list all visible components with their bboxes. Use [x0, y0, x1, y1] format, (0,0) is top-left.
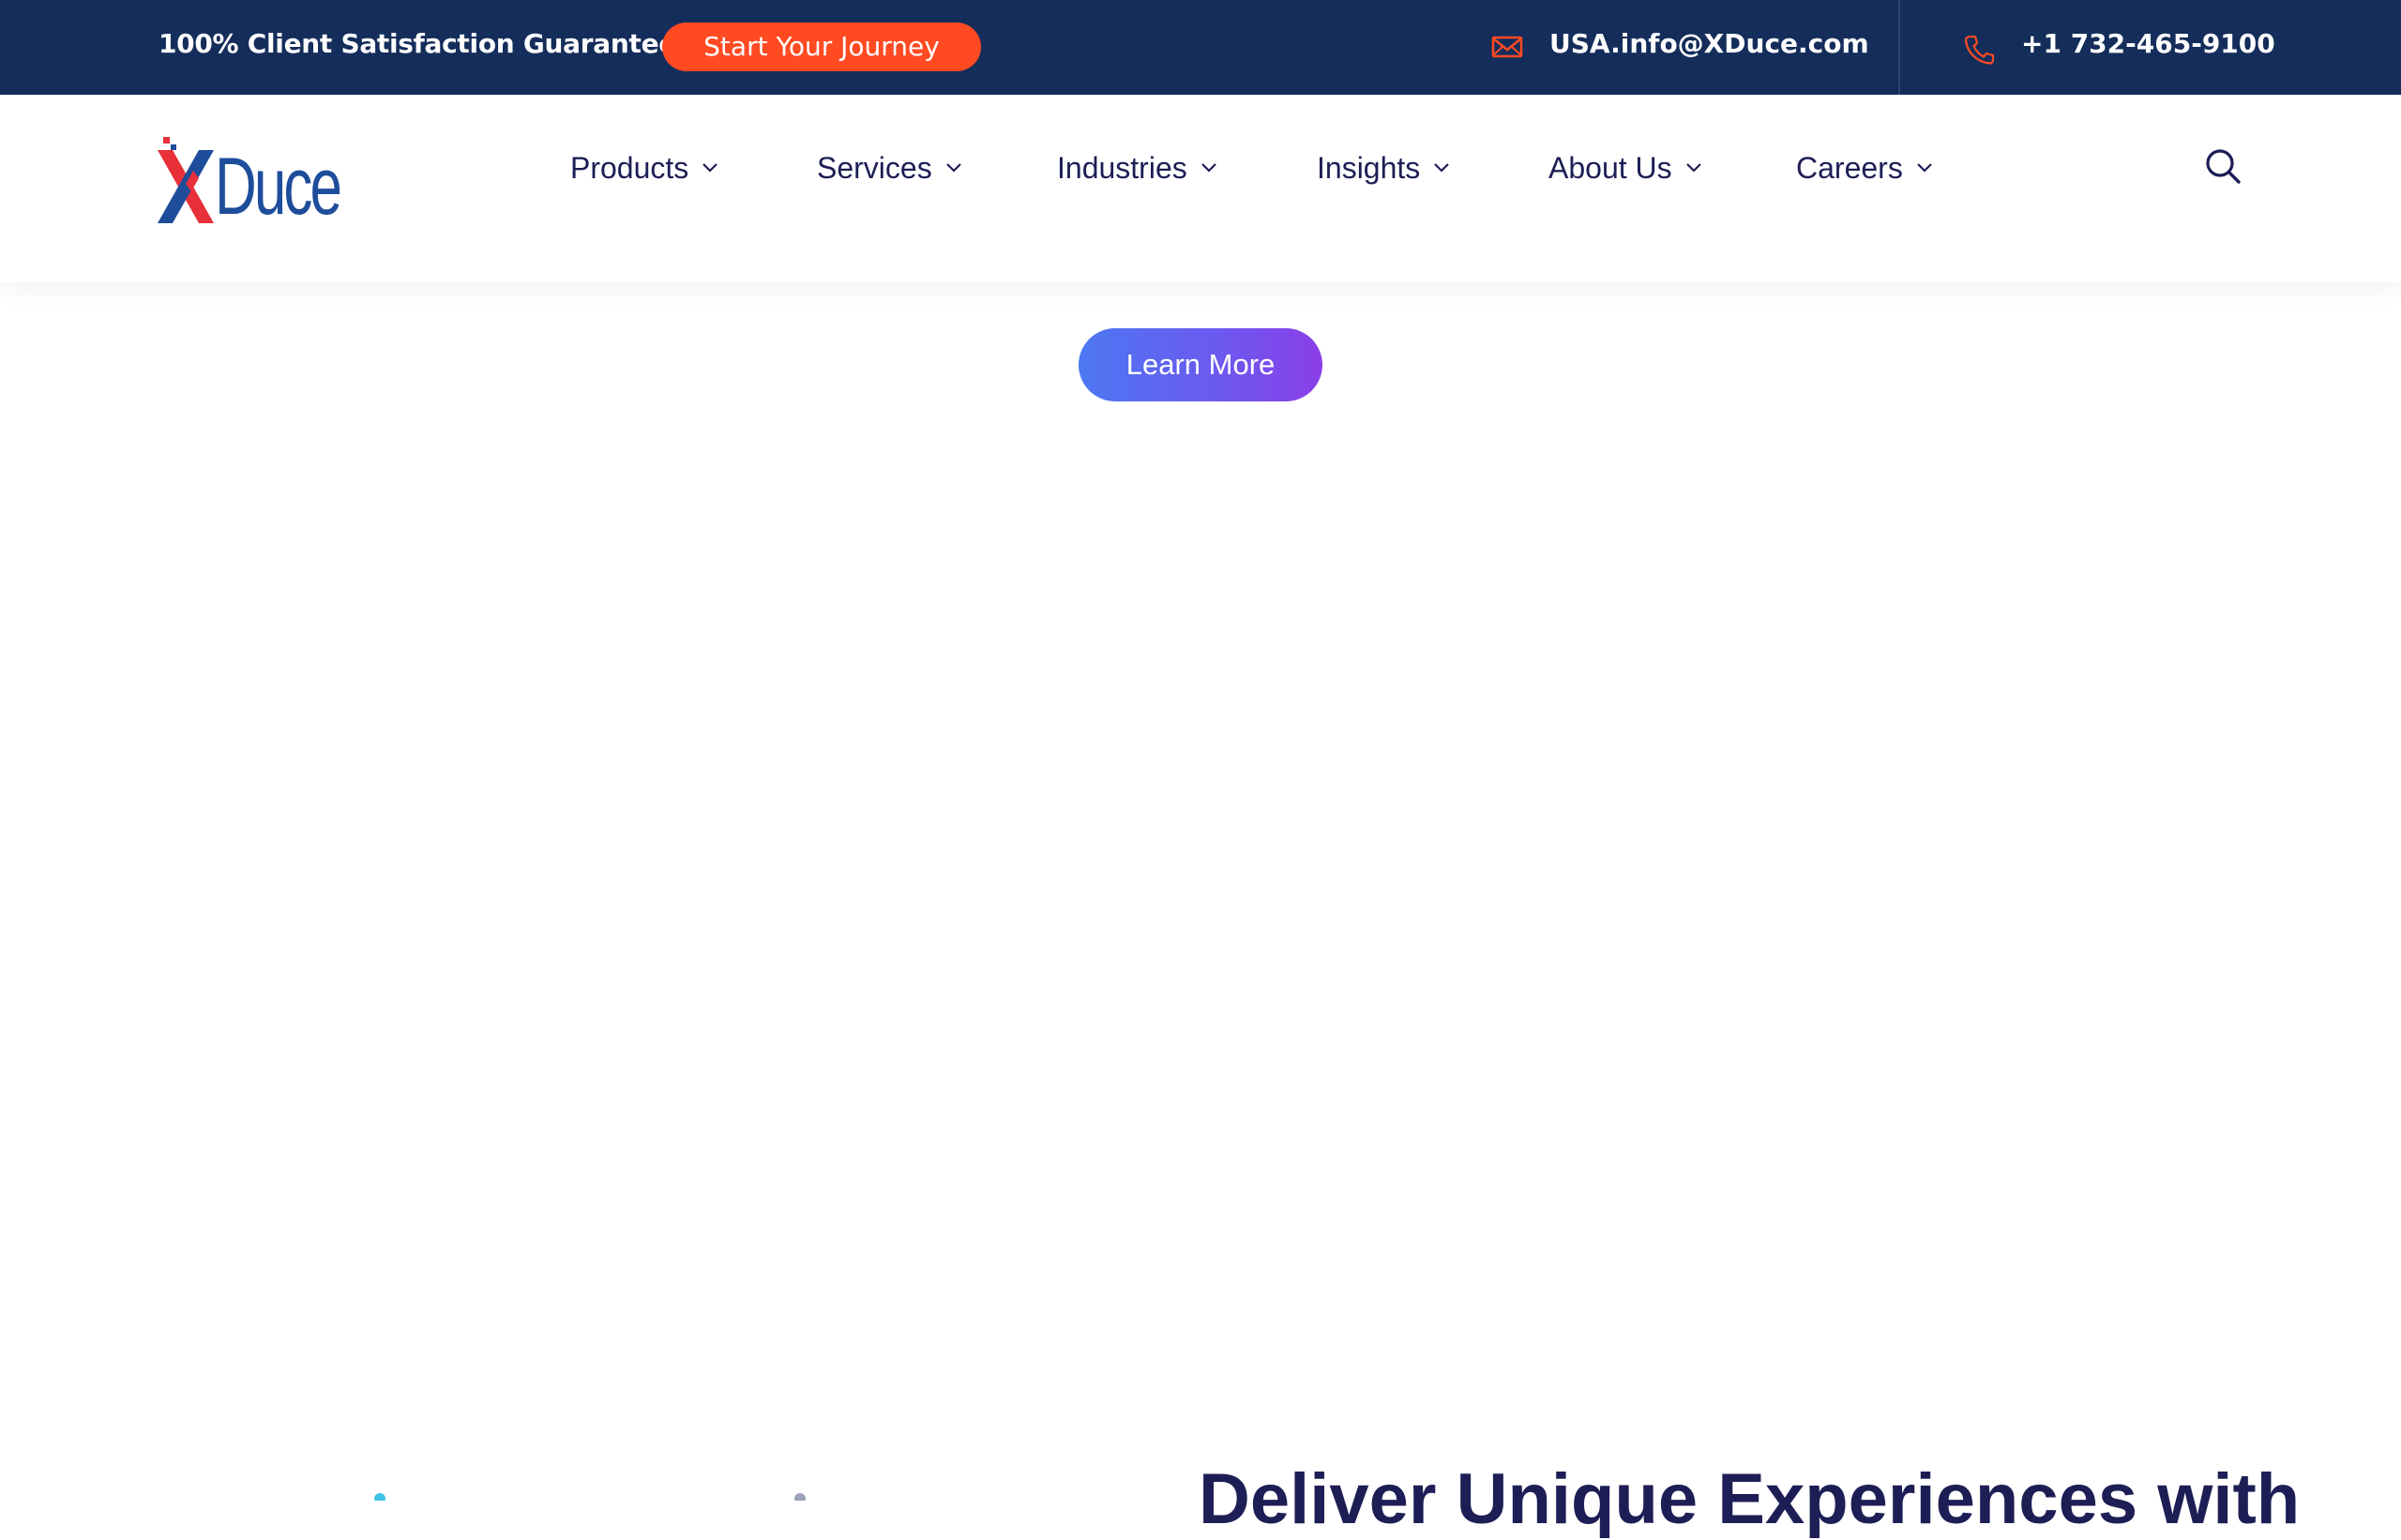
satisfaction-tagline: 100% Client Satisfaction Guaranteed — [159, 28, 695, 59]
nav-about-us[interactable]: About Us — [1548, 147, 1702, 189]
nav-label: Products — [570, 150, 689, 185]
section-heading: Deliver Unique Experiences with — [1199, 1459, 2301, 1539]
nav-label: About Us — [1548, 150, 1672, 185]
nav-label: Careers — [1796, 150, 1903, 185]
topbar-divider — [1898, 0, 1900, 95]
chevron-down-icon — [1200, 163, 1216, 173]
chevron-down-icon — [945, 163, 961, 173]
search-icon[interactable] — [2204, 147, 2242, 185]
chevron-down-icon — [1434, 163, 1450, 173]
chevron-down-icon — [702, 163, 718, 173]
nav-label: Industries — [1057, 150, 1187, 185]
nav-products[interactable]: Products — [570, 147, 718, 189]
decor-dot — [794, 1493, 806, 1501]
start-journey-button[interactable]: Start Your Journey — [662, 23, 981, 71]
nav-label: Insights — [1317, 150, 1421, 185]
nav-services[interactable]: Services — [817, 147, 962, 189]
nav-insights[interactable]: Insights — [1317, 147, 1450, 189]
decor-dot — [374, 1493, 385, 1501]
phone-link[interactable]: +1 732-465-9100 — [2021, 28, 2275, 59]
email-link[interactable]: USA.info@XDuce.com — [1549, 28, 1869, 59]
bottom-left-decoration — [370, 1489, 971, 1501]
chevron-down-icon — [1685, 163, 1701, 173]
nav-careers[interactable]: Careers — [1796, 147, 1933, 189]
nav-industries[interactable]: Industries — [1057, 147, 1217, 189]
phone-icon — [1964, 35, 1994, 65]
chevron-down-icon — [1917, 163, 1932, 173]
main-header: Duce Products Services Industries Insigh… — [0, 95, 2401, 282]
envelope-icon — [1491, 36, 1523, 58]
nav-label: Services — [817, 150, 932, 185]
primary-nav: Products Services Industries Insights Ab… — [0, 95, 2401, 282]
top-bar: 100% Client Satisfaction Guaranteed Star… — [0, 0, 2401, 95]
learn-more-button[interactable]: Learn More — [1079, 328, 1322, 401]
